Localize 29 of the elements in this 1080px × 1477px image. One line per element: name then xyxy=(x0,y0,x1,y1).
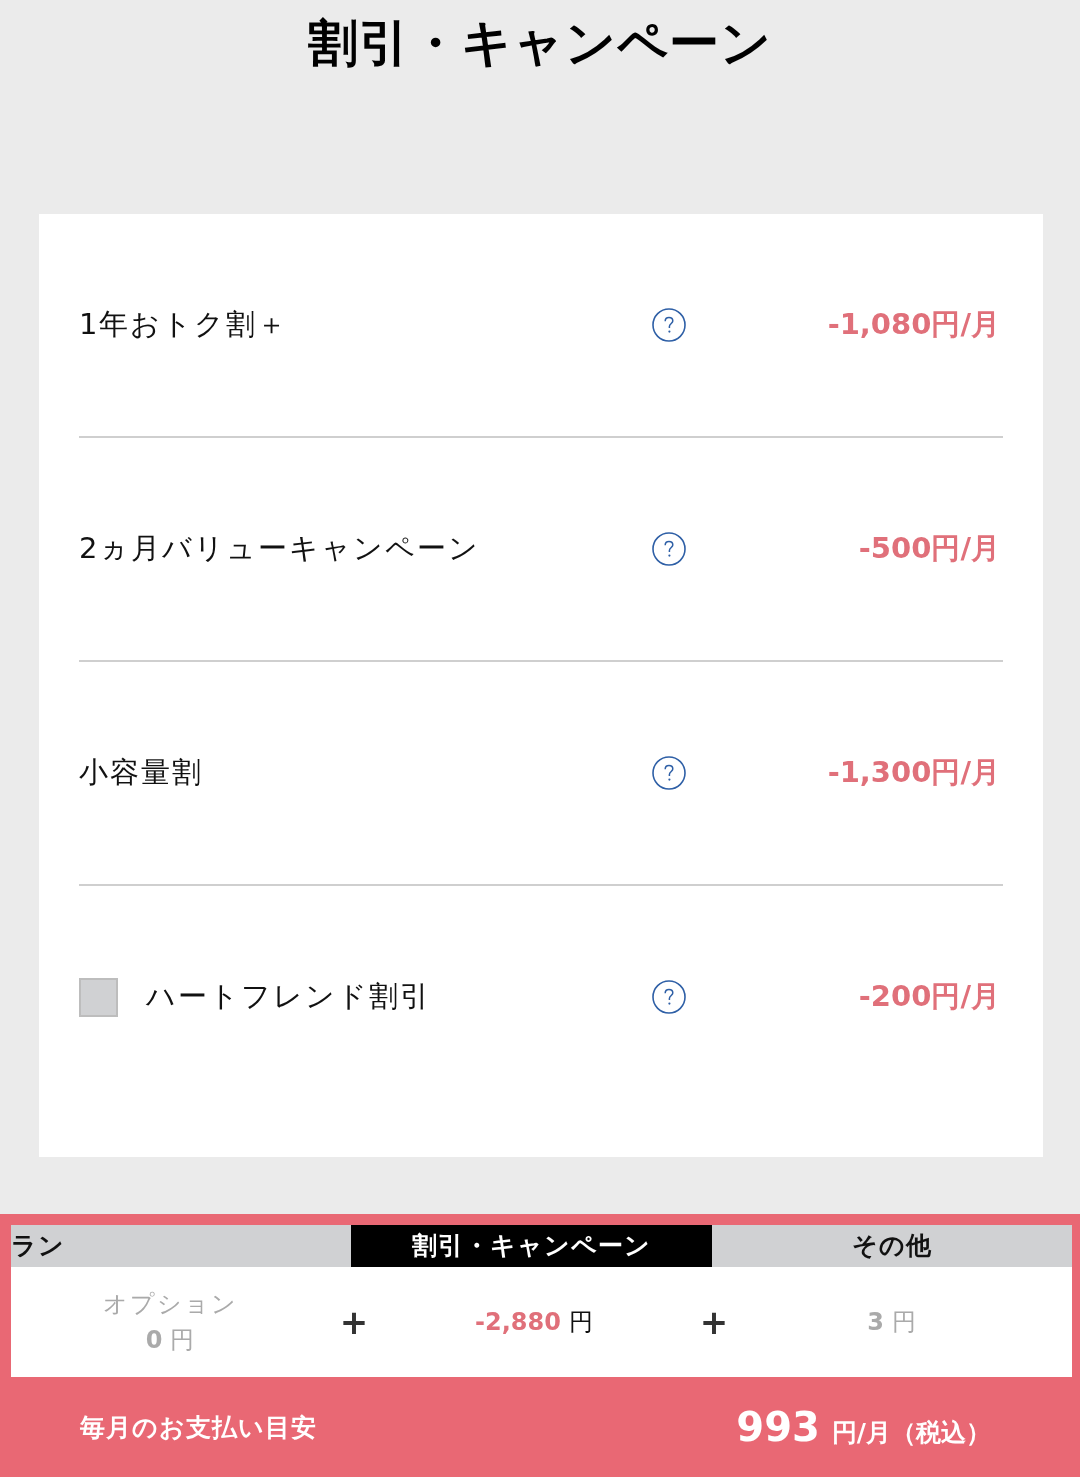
discount-label: ハートフレンド割引 xyxy=(146,978,431,1015)
item-unit: 円 xyxy=(891,1307,916,1338)
checkbox[interactable] xyxy=(79,977,118,1017)
discount-price: -1,080円/月 xyxy=(827,306,1001,343)
summary-tab[interactable]: その他 xyxy=(712,1225,1072,1267)
page-title: 割引・キャンペーン xyxy=(308,13,772,74)
discount-price: -1,300円/月 xyxy=(827,754,1001,791)
discount-label: 2ヵ月バリューキャンペーン xyxy=(79,530,481,567)
item-unit: 円 xyxy=(568,1307,593,1338)
total-label: 毎月のお支払い目安 xyxy=(80,1411,317,1444)
item-amount: 3 xyxy=(867,1308,884,1336)
plus-sign: + xyxy=(339,1305,369,1339)
discount-price: -200円/月 xyxy=(858,978,1001,1015)
item-amount: 0 xyxy=(145,1326,163,1354)
discount-label: 1年おトク割＋ xyxy=(79,306,289,343)
item-unit: 円 xyxy=(170,1325,195,1356)
help-icon[interactable] xyxy=(652,980,686,1014)
summary-tab[interactable]: 割引・キャンペーン xyxy=(351,1225,712,1267)
plus-sign: + xyxy=(699,1305,729,1339)
item-caption: オプション xyxy=(102,1289,238,1320)
item-amount: -2,880 xyxy=(475,1308,561,1336)
help-icon[interactable] xyxy=(652,532,686,566)
total-amount: 993 xyxy=(736,1404,820,1450)
total-unit: 円/月（税込） xyxy=(831,1417,991,1449)
summary-tab[interactable]: ラン xyxy=(11,1225,351,1267)
help-icon[interactable] xyxy=(652,308,686,342)
discount-label: 小容量割 xyxy=(79,754,203,791)
discount-price: -500円/月 xyxy=(858,530,1001,567)
help-icon[interactable] xyxy=(652,756,686,790)
